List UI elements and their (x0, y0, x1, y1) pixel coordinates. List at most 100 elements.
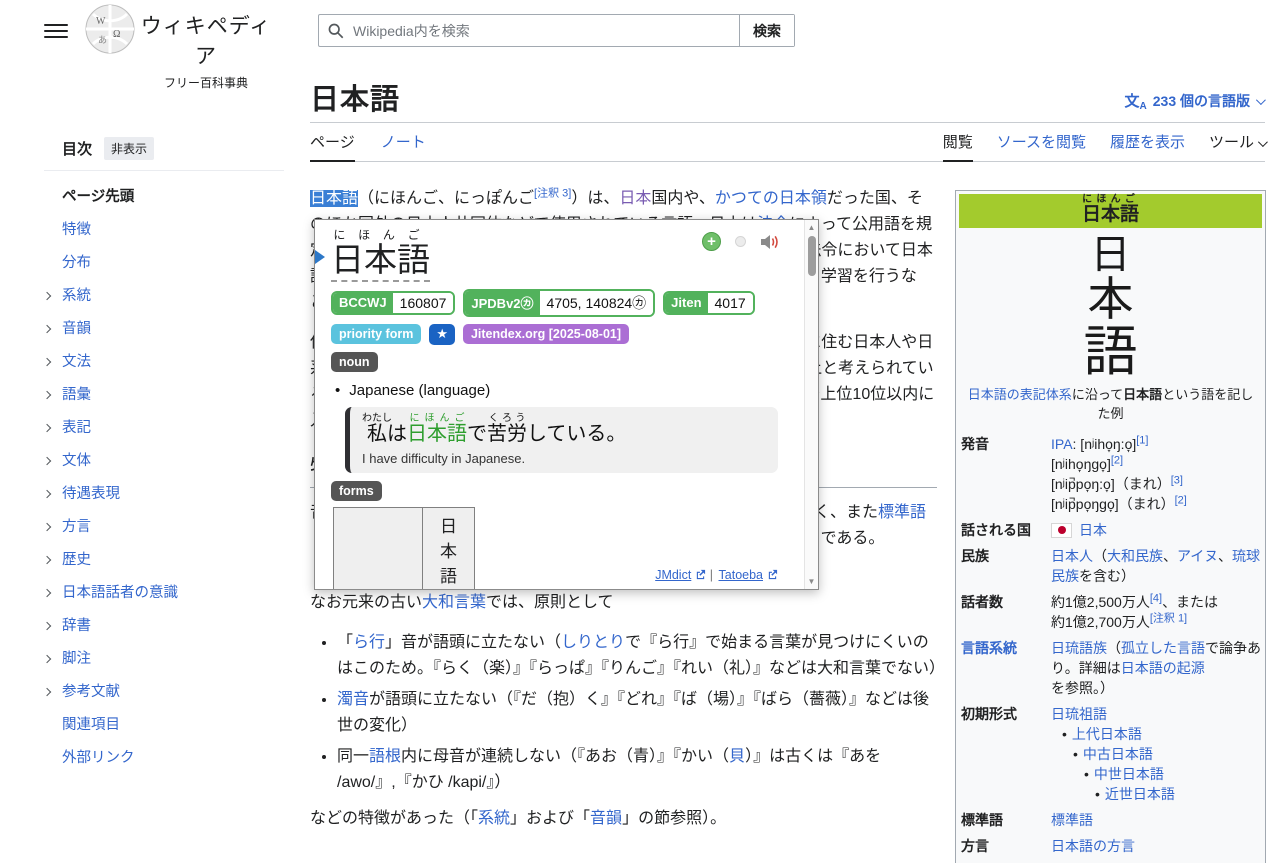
inline-link[interactable]: 日本語の起源 (1121, 660, 1205, 676)
dictionary-source-tag[interactable]: Jitendex.org [2025-08-01] (463, 324, 629, 344)
external-dictionary-link[interactable]: Tatoeba (719, 568, 763, 582)
inline-link[interactable]: かつての日本領 (715, 190, 827, 207)
toc-link[interactable]: 関連項目 (62, 713, 120, 734)
chevron-right-icon[interactable] (44, 320, 62, 336)
reference-link[interactable]: [1] (1136, 434, 1148, 446)
inline-link[interactable]: 濁音 (337, 691, 369, 708)
chevron-right-icon[interactable] (44, 386, 62, 402)
popup-scrollbar[interactable]: ▲ ▼ (804, 220, 818, 589)
inline-link[interactable]: 上代日本語 (1072, 724, 1142, 744)
toc-link[interactable]: 日本語話者の意識 (62, 581, 178, 602)
scroll-down-icon[interactable]: ▼ (805, 577, 818, 586)
inline-link[interactable]: 中古日本語 (1083, 744, 1153, 764)
inline-link[interactable]: 日琉語族 (1051, 640, 1107, 656)
chevron-right-icon[interactable] (44, 683, 62, 699)
chevron-right-icon[interactable] (44, 518, 62, 534)
inline-link[interactable]: 系統 (478, 810, 510, 827)
chevron-right-icon[interactable] (44, 353, 62, 369)
infobox-value-line: 約1億2,500万人[4]、または (1051, 592, 1262, 612)
scrollbar-thumb[interactable] (808, 236, 816, 276)
inline-link[interactable]: しりとり (561, 634, 625, 651)
toc-link[interactable]: 文法 (62, 350, 91, 371)
tab[interactable]: 閲覧 (943, 131, 973, 161)
language-selector-button[interactable]: 文A 233 個の言語版 (1125, 90, 1264, 112)
inline-link[interactable]: 中世日本語 (1094, 764, 1164, 784)
wikipedia-wordmark[interactable]: ウィキペディア フリー百科事典 (140, 10, 272, 91)
wikipedia-logo[interactable]: W Ω あ (84, 3, 136, 60)
star-icon[interactable]: ★ (429, 324, 455, 345)
chevron-right-icon[interactable] (44, 419, 62, 435)
chevron-right-icon[interactable] (44, 650, 62, 666)
toc-link[interactable]: 外部リンク (62, 746, 135, 767)
inline-link[interactable]: 標準語 (1051, 812, 1093, 828)
toc-link[interactable]: 系統 (62, 284, 91, 305)
infobox-label[interactable]: 言語系統 (959, 635, 1051, 701)
external-dictionary-link[interactable]: JMdict (655, 568, 691, 582)
tab[interactable]: ノート (381, 131, 426, 161)
infobox-label[interactable]: 表記体系 (959, 859, 1051, 863)
inline-link[interactable]: 大和民族 (1107, 548, 1163, 564)
inline-link[interactable]: アイヌ (1177, 548, 1218, 564)
inline-link[interactable]: IPA (1051, 436, 1073, 452)
reference-link[interactable]: [4] (1150, 592, 1162, 604)
chevron-right-icon[interactable] (44, 287, 62, 303)
reference-link[interactable]: [2] (1175, 494, 1187, 506)
view-note-icon[interactable] (735, 236, 746, 247)
inline-link[interactable]: 孤立した言語 (1121, 640, 1205, 656)
inline-link[interactable]: 日本 (619, 190, 651, 207)
add-note-icon[interactable]: + (702, 232, 721, 251)
tab[interactable]: ツール (1209, 131, 1265, 161)
inline-link[interactable]: 大和言葉 (422, 594, 486, 611)
toc-link[interactable]: 歴史 (62, 548, 91, 569)
chevron-right-icon[interactable] (44, 617, 62, 633)
text-segment: 日本語にほんご (407, 423, 467, 445)
inline-link[interactable]: 日本人 (1051, 548, 1093, 564)
infobox-value-line: 標準語 (1051, 810, 1262, 830)
inline-link[interactable]: 日本語の方言 (1051, 838, 1135, 854)
inline-link[interactable]: 貝 (729, 748, 745, 765)
toc-link[interactable]: 参考文献 (62, 680, 120, 701)
inline-link[interactable]: 語根 (369, 748, 401, 765)
toc-link[interactable]: 待遇表現 (62, 482, 120, 503)
reference-link[interactable]: [3] (1171, 474, 1183, 486)
tab[interactable]: ページ (310, 131, 355, 161)
text-segment: 国内や、 (651, 190, 715, 207)
inline-link[interactable]: 標準語 (878, 504, 926, 521)
tab[interactable]: ソースを閲覧 (997, 131, 1086, 161)
tab[interactable]: 履歴を表示 (1110, 131, 1185, 161)
toc-link[interactable]: 表記 (62, 416, 91, 437)
inline-link[interactable]: 音韻 (590, 810, 622, 827)
chevron-right-icon[interactable] (44, 551, 62, 567)
reference-link[interactable]: [注釈 3] (534, 188, 571, 200)
infobox-caption: 日本語の表記体系に沿って日本語という語を記した例 (965, 385, 1256, 423)
chevron-right-icon[interactable] (44, 485, 62, 501)
chevron-right-icon[interactable] (44, 584, 62, 600)
scroll-up-icon[interactable]: ▲ (805, 223, 818, 232)
chevron-right-icon[interactable] (44, 452, 62, 468)
inline-link[interactable]: 日本語の表記体系 (968, 387, 1072, 402)
toc-link[interactable]: 脚注 (62, 647, 91, 668)
play-audio-icon[interactable] (760, 234, 780, 250)
toc-link[interactable]: 特徴 (62, 218, 91, 239)
search-input[interactable] (351, 22, 731, 40)
inline-link[interactable]: 近世日本語 (1105, 784, 1175, 804)
headword[interactable]: 日本語にほんご (331, 228, 430, 282)
toc-link[interactable]: 辞書 (62, 614, 91, 635)
hamburger-menu-icon[interactable] (44, 20, 68, 40)
search-input-wrap (319, 15, 739, 46)
reference-link[interactable]: [注釈 1] (1150, 612, 1187, 624)
toc-link[interactable]: 方言 (62, 515, 91, 536)
toc-link[interactable]: 音韻 (62, 317, 91, 338)
inline-link[interactable]: 日本 (1079, 522, 1107, 538)
inline-link[interactable]: 日琉祖語 (1051, 706, 1107, 722)
reference-link[interactable]: [2] (1111, 454, 1123, 466)
toc-link[interactable]: 文体 (62, 449, 91, 470)
toc-hide-button[interactable]: 非表示 (104, 137, 154, 160)
toc-link[interactable]: 語彙 (62, 383, 91, 404)
toc-link[interactable]: 分布 (62, 251, 91, 272)
inline-link[interactable]: ら行 (353, 634, 385, 651)
toc-link[interactable]: ページ先頭 (62, 185, 134, 206)
forms-table: 日本語 にほんご△にっぽんご◇ (333, 507, 475, 589)
toc-item: 参考文献 (44, 674, 284, 707)
search-button[interactable]: 検索 (739, 15, 794, 46)
